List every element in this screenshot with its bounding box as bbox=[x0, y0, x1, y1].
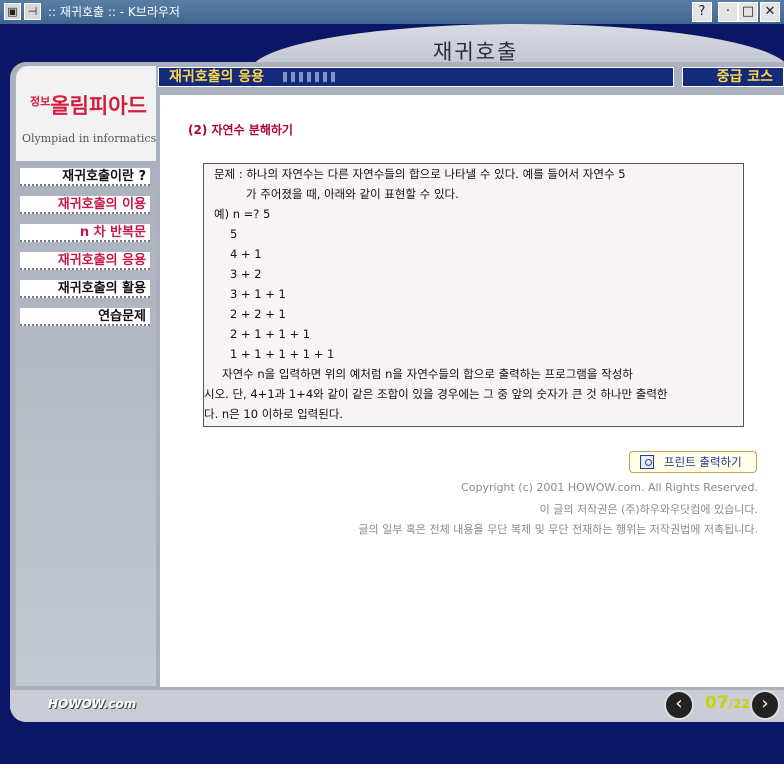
problem-line: 2 + 1 + 1 + 1 bbox=[230, 327, 311, 341]
problem-line: 예) n =? 5 bbox=[214, 207, 271, 221]
print-button[interactable]: 프린트 출력하기 bbox=[629, 451, 757, 473]
window-titlebar: ▣ ⊣ :: 재귀호출 :: - K브라우저 ? · □ ✕ bbox=[0, 0, 784, 24]
problem-line: 시오. 단, 4+1과 1+4와 같이 같은 조합이 있을 경우에는 그 중 앞… bbox=[204, 387, 668, 401]
problem-line: 다. n은 10 이하로 입력된다. bbox=[204, 407, 344, 421]
page-total: 22 bbox=[733, 697, 750, 711]
sidebar-item-exercises[interactable]: 연습문제 bbox=[20, 308, 150, 326]
minimize-button[interactable]: · bbox=[718, 2, 738, 22]
sidebar-item-practice[interactable]: 재귀호출의 활용 bbox=[20, 280, 150, 298]
section-title: (2) 자연수 분해하기 bbox=[188, 123, 293, 137]
status-strip bbox=[0, 764, 784, 770]
problem-line: 2 + 2 + 1 bbox=[230, 307, 286, 321]
logo-english: Olympiad in informatics bbox=[22, 132, 157, 145]
window-title: :: 재귀호출 :: - K브라우저 bbox=[48, 5, 180, 19]
sidebar bbox=[16, 66, 156, 686]
copyright-line: 글의 일부 혹은 전체 내용을 무단 복제 및 무단 전재하는 행위는 저작권법… bbox=[358, 523, 758, 536]
problem-line: 5 bbox=[230, 227, 238, 241]
section-bar: 재귀호출의 응용 bbox=[158, 67, 674, 87]
print-preview-icon bbox=[640, 455, 654, 469]
chevron-right-icon[interactable]: › bbox=[750, 690, 780, 720]
problem-line: 문제 : 하나의 자연수는 다른 자연수들의 합으로 나타낼 수 있다. 예를 … bbox=[214, 167, 626, 181]
chevron-left-icon[interactable]: ‹ bbox=[664, 690, 694, 720]
maximize-button[interactable]: □ bbox=[738, 2, 758, 22]
content-area: (2) 자연수 분해하기 문제 : 하나의 자연수는 다른 자연수들의 합으로 … bbox=[160, 95, 784, 687]
sidebar-item-intro[interactable]: 재귀호출이란 ? bbox=[20, 168, 150, 186]
app-icon[interactable]: ▣ bbox=[4, 3, 21, 20]
logo[interactable]: 정보올림피아드 bbox=[30, 90, 147, 120]
checker-decoration bbox=[283, 72, 339, 82]
sidebar-item-loops[interactable]: n 차 반복문 bbox=[20, 224, 150, 242]
help-button[interactable]: ? bbox=[692, 2, 712, 22]
copyright-line: 이 글의 저작권은 (주)하우와우닷컴에 있습니다. bbox=[539, 503, 758, 516]
pin-icon[interactable]: ⊣ bbox=[24, 3, 41, 20]
logo-text: 올림피아드 bbox=[50, 94, 147, 118]
page-current: 07 bbox=[705, 693, 729, 713]
logo-small-text: 정보 bbox=[30, 95, 51, 108]
problem-box: 문제 : 하나의 자연수는 다른 자연수들의 합으로 나타낼 수 있다. 예를 … bbox=[203, 163, 744, 427]
problem-line: 가 주어졌을 때, 아래와 같이 표현할 수 있다. bbox=[246, 187, 459, 201]
sidebar-item-usage[interactable]: 재귀호출의 이용 bbox=[20, 196, 150, 214]
problem-line: 4 + 1 bbox=[230, 247, 262, 261]
problem-line: 1 + 1 + 1 + 1 + 1 bbox=[230, 347, 335, 361]
print-button-label: 프린트 출력하기 bbox=[664, 455, 742, 469]
problem-line: 3 + 2 bbox=[230, 267, 262, 281]
problem-line: 3 + 1 + 1 bbox=[230, 287, 286, 301]
level-label: 중급 코스 bbox=[716, 69, 773, 85]
page-indicator: 07/22 bbox=[705, 693, 750, 713]
sidebar-item-application[interactable]: 재귀호출의 응용 bbox=[20, 252, 150, 270]
brand-logo[interactable]: HOWOW.com bbox=[48, 697, 136, 711]
level-bar: 중급 코스 bbox=[682, 67, 784, 87]
close-button[interactable]: ✕ bbox=[760, 2, 780, 22]
problem-line: 자연수 n을 입력하면 위의 예처럼 n을 자연수들의 합으로 출력하는 프로그… bbox=[222, 367, 633, 381]
section-label: 재귀호출의 응용 bbox=[169, 69, 265, 85]
copyright-line: Copyright (c) 2001 HOWOW.com. All Rights… bbox=[461, 481, 758, 494]
